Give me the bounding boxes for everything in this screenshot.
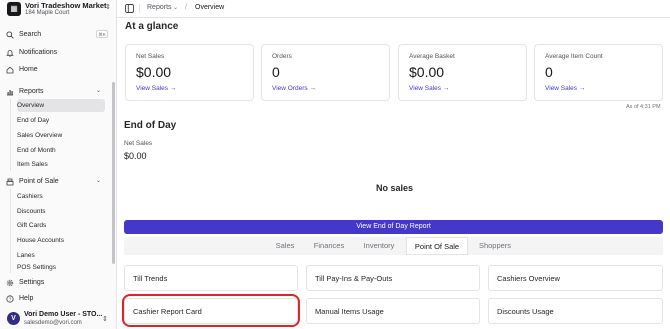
divider: [139, 4, 140, 13]
report-card-label: Cashiers Overview: [497, 274, 560, 283]
view-sales-link[interactable]: View Sales →: [136, 85, 176, 92]
net-sales-value: $0.00: [124, 151, 147, 161]
store-name: Vori Tradeshow Market: [25, 1, 107, 10]
tab-shoppers[interactable]: Shoppers: [472, 237, 518, 255]
bell-icon: [6, 49, 14, 57]
report-card-discounts-usage[interactable]: Discounts Usage: [488, 298, 663, 324]
chevron-up-down-icon: ⇕: [102, 316, 108, 323]
tab-sales[interactable]: Sales: [266, 237, 304, 255]
sidebar-item-label: Search: [19, 31, 42, 38]
sidebar-item-point-of-sale[interactable]: Point of Sale: [6, 175, 59, 188]
sidebar-item-discounts[interactable]: Discounts: [17, 205, 105, 218]
sidebar: ▦ Vori Tradeshow Market 184 Maple Court …: [0, 0, 117, 329]
user-menu[interactable]: V Vori Demo User - STO... salesdemo@vori…: [4, 306, 114, 328]
metric-label: Average Item Count: [545, 53, 603, 60]
as-of-timestamp: As of 4:31 PM: [626, 104, 661, 110]
sidebar-scrollbar[interactable]: [112, 82, 115, 264]
sidebar-item-label: Reports: [19, 88, 44, 95]
view-sales-link[interactable]: View Sales →: [545, 85, 585, 92]
sidebar-item-pos-settings[interactable]: POS Settings: [17, 264, 105, 272]
store-logo-icon: ▦: [7, 2, 21, 16]
gear-icon: [6, 279, 14, 287]
help-icon: ?: [6, 294, 14, 303]
chevron-down-icon: ⌄: [96, 88, 102, 94]
metric-value: 0: [272, 64, 280, 80]
sidebar-item-label: Notifications: [19, 49, 58, 56]
report-card-manual-items-usage[interactable]: Manual Items Usage: [306, 298, 480, 324]
sidebar-item-gift-cards[interactable]: Gift Cards: [17, 219, 105, 232]
net-sales-label: Net Sales: [124, 140, 153, 147]
view-orders-link[interactable]: View Orders →: [272, 85, 316, 92]
chart-icon: [6, 88, 14, 96]
sidebar-item-label: Settings: [19, 279, 45, 286]
sidebar-item-help[interactable]: ? Help: [6, 292, 33, 305]
sidebar-item-sales-overview[interactable]: Sales Overview: [17, 129, 105, 142]
empty-state-text: No sales: [376, 183, 414, 193]
metric-card-average-basket: Average Basket $0.00 View Sales →: [398, 44, 527, 101]
sidebar-item-lanes[interactable]: Lanes: [17, 249, 105, 262]
svg-text:?: ?: [9, 296, 12, 301]
sidebar-toggle-icon[interactable]: [125, 4, 134, 13]
sidebar-item-end-of-day[interactable]: End of Day: [17, 114, 105, 127]
home-icon: [6, 66, 14, 74]
report-card-label: Till Pay-Ins & Pay-Outs: [315, 274, 393, 283]
sidebar-item-notifications[interactable]: Notifications: [6, 46, 57, 59]
view-end-of-day-report-button[interactable]: View End of Day Report: [124, 220, 663, 234]
subnav-guide: [10, 99, 11, 171]
metric-label: Orders: [272, 53, 292, 60]
section-title-end-of-day: End of Day: [124, 120, 177, 131]
sidebar-item-search[interactable]: Search: [6, 28, 41, 41]
sidebar-item-label: Home: [19, 66, 38, 73]
metric-label: Net Sales: [136, 53, 165, 60]
user-email: salesdemo@vori.com: [24, 320, 82, 326]
report-tabs: Sales Finances Inventory Point Of Sale S…: [124, 237, 663, 255]
breadcrumb-reports[interactable]: Reports: [147, 4, 172, 11]
store-switcher[interactable]: ▦ Vori Tradeshow Market 184 Maple Court …: [4, 0, 114, 18]
sidebar-item-end-of-month[interactable]: End of Month: [17, 144, 105, 157]
metric-value: 0: [545, 64, 553, 80]
sidebar-item-label: Help: [19, 295, 34, 302]
topbar: Reports ⌄ / Overview: [117, 0, 670, 18]
chevron-down-icon: ⌄: [96, 178, 102, 184]
register-icon: [6, 178, 14, 186]
breadcrumb-separator: /: [185, 4, 187, 11]
sidebar-item-home[interactable]: Home: [6, 63, 38, 76]
search-shortcut-badge: ⌘K: [96, 30, 108, 38]
metric-card-average-item-count: Average Item Count 0 View Sales →: [534, 44, 663, 101]
metric-card-orders: Orders 0 View Orders →: [261, 44, 390, 101]
user-name: Vori Demo User - STO...: [24, 311, 103, 318]
sidebar-item-reports[interactable]: Reports: [6, 85, 44, 98]
metric-value: $0.00: [409, 64, 445, 80]
report-card-cashiers-overview[interactable]: Cashiers Overview: [488, 265, 663, 291]
chevron-down-icon[interactable]: ⌄: [173, 4, 178, 11]
view-sales-link[interactable]: View Sales →: [409, 85, 449, 92]
report-card-label: Till Trends: [133, 274, 168, 283]
report-card-till-trends[interactable]: Till Trends: [124, 265, 298, 291]
sidebar-item-house-accounts[interactable]: House Accounts: [17, 234, 105, 247]
sidebar-item-settings[interactable]: Settings: [6, 276, 44, 289]
sidebar-item-overview[interactable]: Overview: [17, 99, 105, 112]
metric-value: $0.00: [136, 64, 172, 80]
sidebar-item-label: Point of Sale: [19, 178, 59, 185]
metric-card-net-sales: Net Sales $0.00 View Sales →: [125, 44, 254, 101]
metric-label: Average Basket: [409, 53, 455, 60]
search-icon: [6, 30, 14, 39]
sidebar-item-cashiers[interactable]: Cashiers: [17, 190, 105, 203]
chevron-up-down-icon: ⇕: [105, 4, 111, 11]
report-card-label: Manual Items Usage: [315, 307, 384, 316]
report-card-label: Discounts Usage: [497, 307, 554, 316]
report-card-till-pay-ins[interactable]: Till Pay-Ins & Pay-Outs: [306, 265, 480, 291]
section-title-glance: At a glance: [125, 21, 179, 32]
subnav-guide: [10, 189, 11, 273]
avatar: V: [7, 312, 20, 325]
tab-point-of-sale[interactable]: Point Of Sale: [406, 237, 468, 255]
sidebar-item-item-sales[interactable]: Item Sales: [17, 158, 105, 171]
tab-finances[interactable]: Finances: [307, 237, 351, 255]
store-address: 184 Maple Court: [25, 10, 70, 16]
breadcrumb-overview: Overview: [195, 4, 225, 11]
tab-inventory[interactable]: Inventory: [356, 237, 402, 255]
main-content: At a glance Net Sales $0.00 View Sales →…: [117, 18, 670, 329]
highlight-annotation: [122, 294, 300, 327]
